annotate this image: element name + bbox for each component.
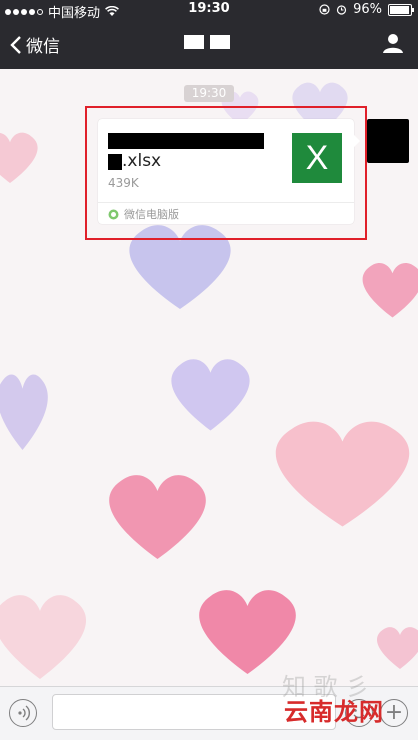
voice-button[interactable] xyxy=(9,699,37,727)
nav-bar: 微信 xyxy=(0,20,418,69)
chat-area[interactable]: 19:30 .xlsx 439K X 微信电脑版 xyxy=(0,69,418,686)
person-icon xyxy=(383,34,403,53)
profile-button[interactable] xyxy=(382,32,404,58)
status-bar: 中国移动 19:30 96% xyxy=(0,0,418,21)
battery-icon xyxy=(388,3,414,16)
status-right: 96% xyxy=(319,2,414,17)
back-button[interactable]: 微信 xyxy=(10,32,60,57)
rotation-lock-icon xyxy=(319,4,330,15)
highlight-annotation xyxy=(85,106,367,240)
watermark-logo: 云南龙网 xyxy=(284,698,384,726)
chevron-left-icon xyxy=(10,35,21,54)
voice-icon xyxy=(18,705,30,721)
sender-avatar-redacted[interactable] xyxy=(367,119,409,163)
plus-button[interactable]: + xyxy=(380,699,408,727)
back-label: 微信 xyxy=(26,37,60,57)
battery-fill xyxy=(390,5,409,14)
chat-title-redacted xyxy=(184,35,236,49)
battery-percent: 96% xyxy=(353,2,382,17)
alarm-icon xyxy=(336,5,347,15)
message-timestamp: 19:30 xyxy=(184,85,234,102)
